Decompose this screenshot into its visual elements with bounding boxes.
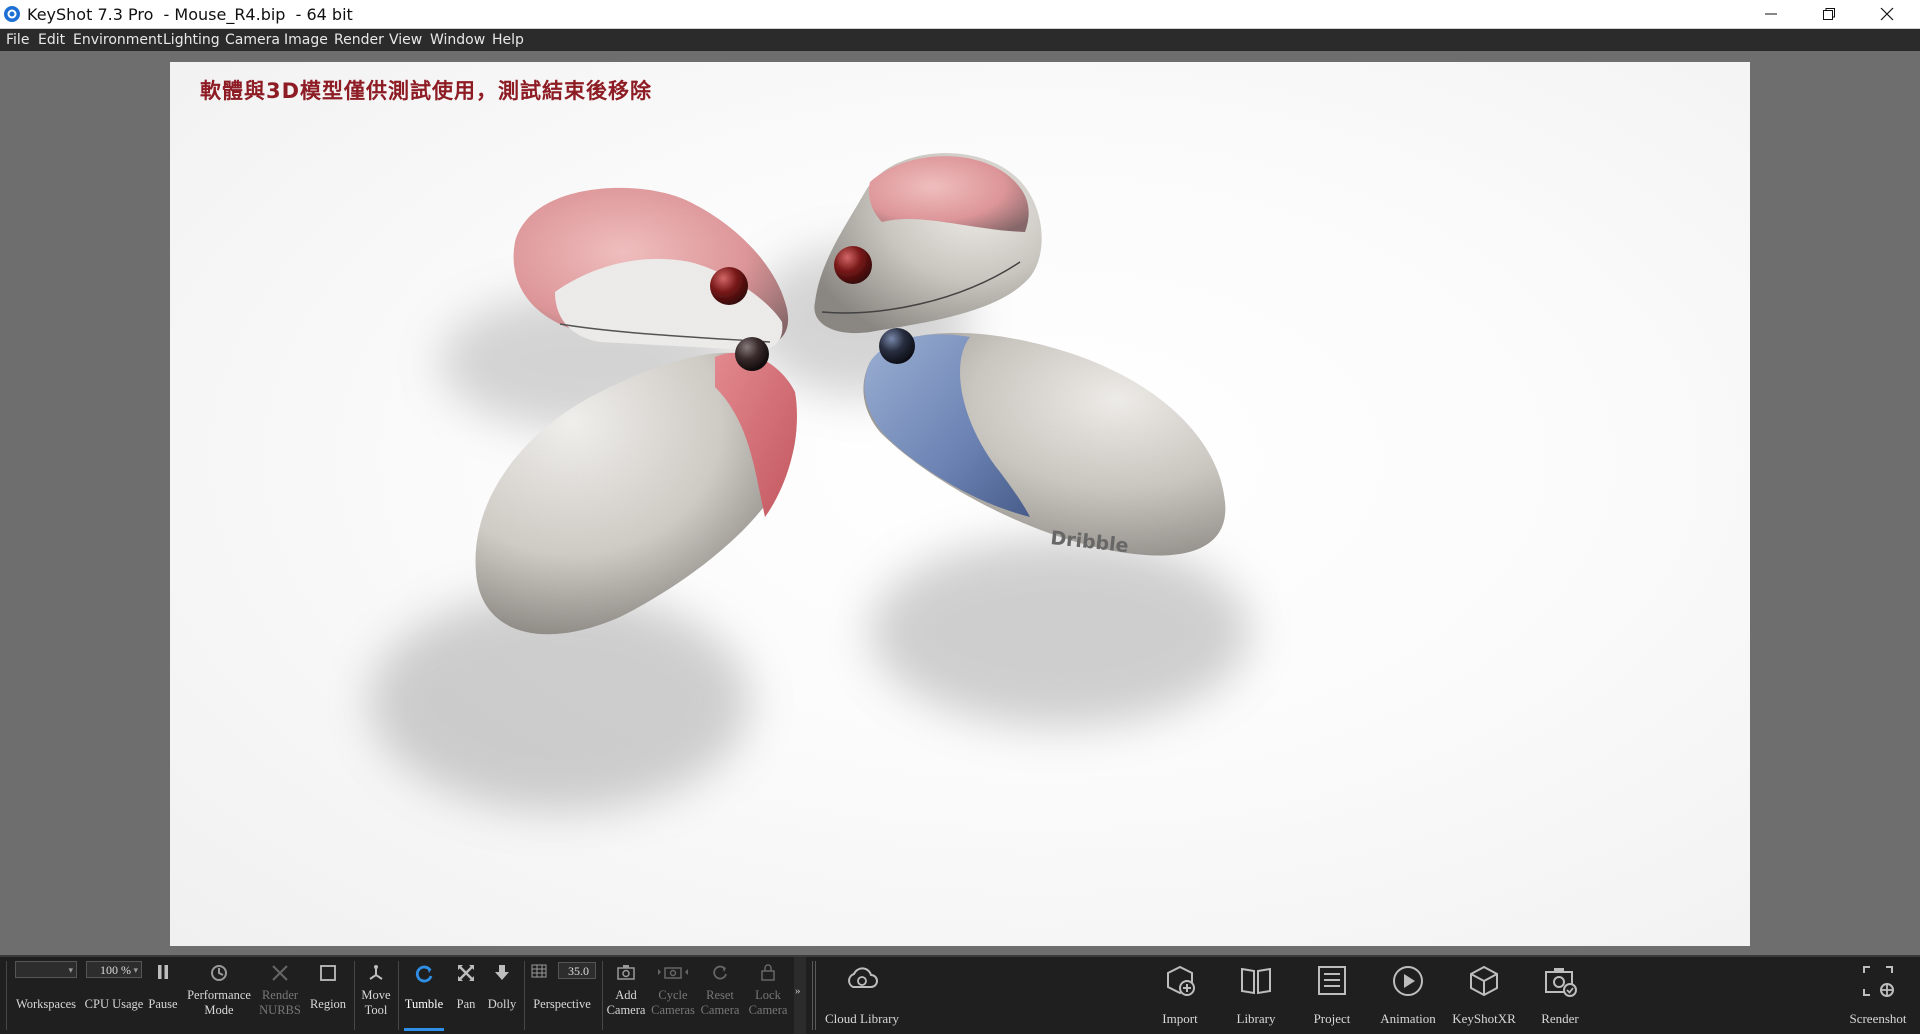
- menu-camera[interactable]: Camera: [225, 32, 280, 48]
- pan-button[interactable]: Pan: [452, 957, 480, 1034]
- menu-bar: File Edit Environment Lighting Camera Im…: [0, 29, 1920, 51]
- project-list-icon: [1318, 966, 1346, 995]
- mouse-models-scene: Dribble: [370, 153, 1250, 812]
- render-button[interactable]: Render: [1536, 957, 1584, 1034]
- performance-mode-button[interactable]: Performance Mode: [184, 957, 254, 1034]
- add-camera-icon: [617, 965, 635, 980]
- watermark-text: 軟體與3D模型僅供測試使用，測試結束後移除: [200, 79, 653, 103]
- bottom-ribbon: ▾ Workspaces 100 % ▾ CPU Usage Pause Per…: [0, 955, 1920, 1034]
- animation-play-icon: [1393, 966, 1423, 996]
- workspaces-label: Workspaces: [15, 997, 77, 1011]
- window-title: KeyShot 7.3 Pro - Mouse_R4.bip - 64 bit: [27, 5, 353, 24]
- keyshot-app-icon: [4, 6, 20, 22]
- render-viewport[interactable]: Dribble 軟體與3D模型僅供測試使用，測試結束後移除: [170, 62, 1750, 946]
- cloud-library-button[interactable]: Cloud Library: [822, 957, 902, 1034]
- mouse-model-bottom-right: Dribble: [863, 328, 1226, 557]
- cloud-library-icon: [848, 967, 878, 988]
- lock-camera-button[interactable]: Lock Camera: [746, 957, 790, 1034]
- cpu-usage-label: CPU Usage: [84, 997, 144, 1011]
- import-button[interactable]: Import: [1156, 957, 1204, 1034]
- tumble-button[interactable]: Tumble: [400, 957, 448, 1034]
- lock-camera-icon: [761, 964, 775, 981]
- restore-button[interactable]: [1800, 0, 1858, 28]
- add-camera-button[interactable]: Add Camera: [604, 957, 648, 1034]
- import-icon: [1167, 965, 1195, 996]
- animation-button[interactable]: Animation: [1378, 957, 1438, 1034]
- mouse-model-top-right: [814, 153, 1042, 334]
- performance-icon: [211, 965, 227, 981]
- dolly-button[interactable]: Dolly: [484, 957, 520, 1034]
- menu-image[interactable]: Image: [284, 32, 328, 48]
- nurbs-icon: [272, 965, 288, 981]
- double-chevron-right-icon: »: [795, 985, 801, 997]
- region-icon: [320, 965, 336, 981]
- menu-environment[interactable]: Environment: [73, 32, 162, 48]
- move-tool-button[interactable]: Move Tool: [358, 957, 394, 1034]
- menu-window[interactable]: Window: [430, 32, 485, 48]
- cycle-cameras-icon: [658, 967, 688, 979]
- workspaces-dropdown[interactable]: ▾: [15, 961, 77, 978]
- minimize-icon: [1765, 13, 1777, 15]
- cpu-usage-control[interactable]: 100 % ▾ CPU Usage: [84, 957, 144, 1034]
- close-icon: [1880, 7, 1894, 21]
- pause-icon: [158, 965, 168, 979]
- project-button[interactable]: Project: [1308, 957, 1356, 1034]
- chevron-down-icon: ▾: [133, 965, 138, 975]
- menu-render[interactable]: Render: [334, 32, 384, 48]
- dolly-icon: [495, 965, 509, 980]
- menu-help[interactable]: Help: [492, 32, 524, 48]
- minimize-button[interactable]: [1742, 0, 1800, 28]
- tumble-icon: [415, 965, 433, 983]
- toolbar-overflow-button[interactable]: »: [794, 957, 806, 1034]
- cycle-cameras-button[interactable]: Cycle Cameras: [650, 957, 696, 1034]
- perspective-control[interactable]: 35.0 Perspective: [526, 957, 598, 1034]
- menu-file[interactable]: File: [6, 32, 29, 48]
- reset-camera-icon: [713, 965, 727, 980]
- close-button[interactable]: [1858, 0, 1916, 28]
- keyshotxr-cube-icon: [1470, 965, 1498, 997]
- menu-edit[interactable]: Edit: [38, 32, 65, 48]
- library-book-icon: [1241, 967, 1271, 995]
- render-camera-icon: [1545, 968, 1577, 997]
- reset-camera-button[interactable]: Reset Camera: [698, 957, 742, 1034]
- menu-lighting[interactable]: Lighting: [163, 32, 220, 48]
- pause-button[interactable]: Pause: [146, 957, 180, 1034]
- cpu-usage-dropdown[interactable]: 100 % ▾: [86, 961, 142, 978]
- chevron-down-icon: ▾: [68, 965, 73, 975]
- move-tool-icon: [369, 965, 383, 980]
- render-nurbs-button[interactable]: Render NURBS: [258, 957, 302, 1034]
- keyshotxr-button[interactable]: KeyShotXR: [1450, 957, 1518, 1034]
- restore-icon: [1823, 8, 1835, 20]
- pan-icon: [458, 965, 474, 981]
- menu-view[interactable]: View: [389, 32, 422, 48]
- library-button[interactable]: Library: [1232, 957, 1280, 1034]
- perspective-icon: [531, 964, 547, 978]
- workspaces-control[interactable]: ▾ Workspaces: [12, 957, 80, 1034]
- region-button[interactable]: Region: [306, 957, 350, 1034]
- title-bar: KeyShot 7.3 Pro - Mouse_R4.bip - 64 bit: [0, 0, 1920, 29]
- focal-length-input[interactable]: 35.0: [558, 962, 596, 979]
- screenshot-icon: [1863, 966, 1894, 997]
- screenshot-button[interactable]: Screenshot: [1846, 957, 1910, 1034]
